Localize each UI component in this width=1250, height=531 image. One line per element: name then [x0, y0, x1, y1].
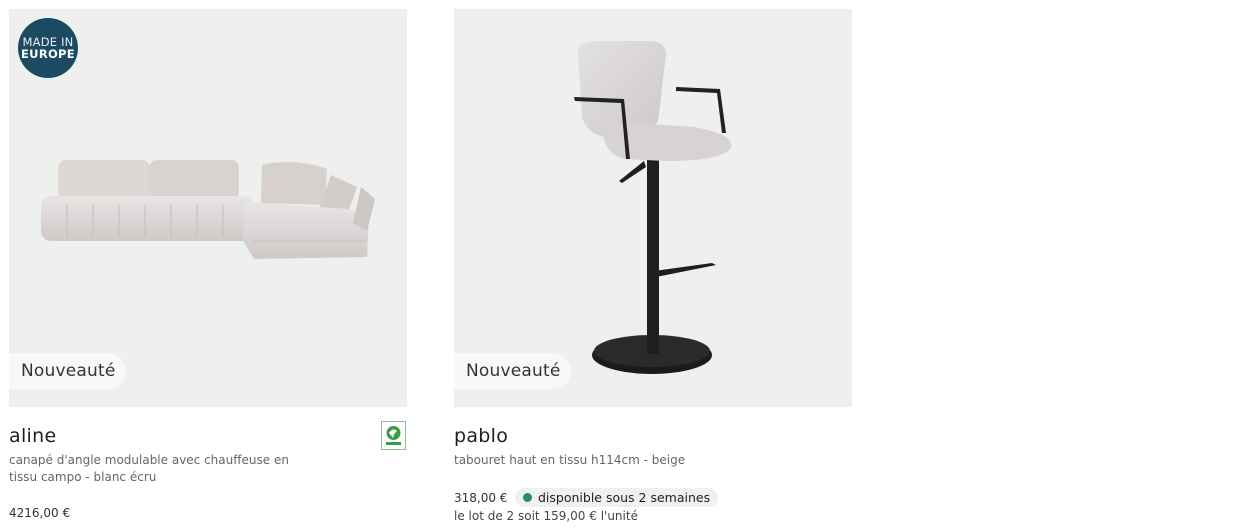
product-description: canapé d'angle modulable avec chauffeuse… — [9, 453, 289, 484]
product-image-area[interactable]: Nouveauté — [454, 9, 852, 407]
new-badge: Nouveauté — [9, 353, 126, 389]
availability-dot-icon — [523, 493, 532, 502]
product-name[interactable]: pablo — [454, 425, 508, 447]
product-description: tabouret haut en tissu h114cm - beige — [454, 453, 686, 467]
europe-label: EUROPE — [21, 46, 75, 61]
made-in-europe-badge: MADE IN EUROPE — [18, 18, 78, 78]
bar-stool-image[interactable] — [454, 9, 852, 407]
pefc-icon — [381, 421, 406, 450]
product-card-aline[interactable]: MADE IN EUROPE Nouveauté aline canapé d'… — [9, 9, 407, 520]
product-price: 318,00 € — [454, 491, 508, 505]
new-badge: Nouveauté — [454, 353, 571, 389]
product-image-area[interactable]: MADE IN EUROPE Nouveauté — [9, 9, 407, 407]
availability-text: disponible sous 2 semaines — [538, 490, 711, 505]
product-price: 4216,00 € — [9, 506, 71, 520]
product-name[interactable]: aline — [9, 425, 56, 447]
availability-badge: disponible sous 2 semaines — [515, 488, 719, 507]
product-card-pablo[interactable]: Nouveauté pablo tabouret haut en tissu h… — [454, 9, 852, 523]
made-in-label: MADE IN — [22, 34, 74, 49]
lot-info: le lot de 2 soit 159,00 € l'unité — [454, 509, 638, 523]
